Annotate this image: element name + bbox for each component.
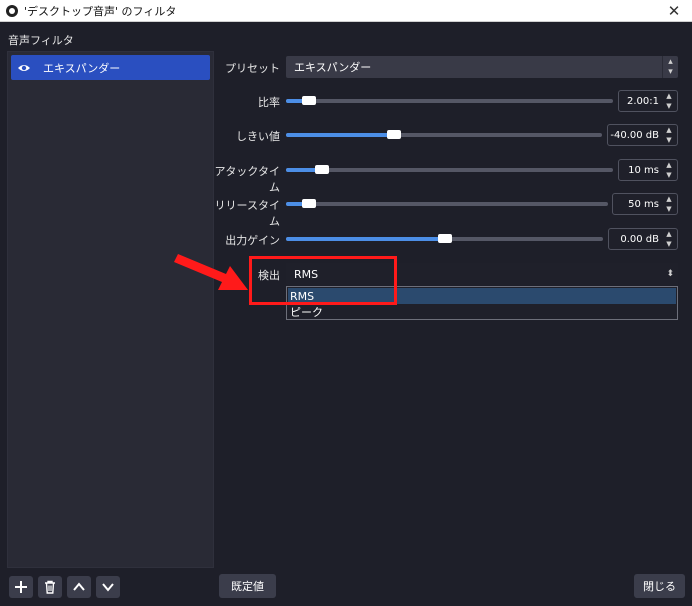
attack-slider-handle[interactable] — [315, 165, 329, 174]
defaults-button[interactable]: 既定値 — [219, 574, 276, 598]
attack-spinbox[interactable]: 10 ms ▲ ▼ — [618, 159, 678, 181]
spin-arrows-icon[interactable]: ▲ ▼ — [663, 195, 675, 213]
output-gain-value: 0.00 dB — [620, 233, 659, 245]
filter-item-label: エキスパンダー — [43, 61, 121, 75]
attack-value: 10 ms — [628, 164, 659, 176]
add-filter-button[interactable] — [9, 576, 33, 598]
threshold-slider-fill — [286, 133, 392, 137]
threshold-slider-handle[interactable] — [387, 130, 401, 139]
audio-filters-label: 音声フィルタ — [8, 34, 74, 47]
threshold-slider[interactable] — [286, 130, 602, 139]
window-close-button[interactable]: ✕ — [656, 0, 692, 21]
spin-arrows-icon[interactable]: ▲ ▼ — [663, 230, 675, 248]
attack-slider[interactable] — [286, 165, 613, 174]
detection-option-peak[interactable]: ピーク — [288, 304, 676, 320]
output-gain-slider-handle[interactable] — [438, 234, 452, 243]
ratio-label: 比率 — [258, 96, 280, 109]
output-gain-slider[interactable] — [286, 234, 603, 243]
output-gain-label: 出力ゲイン — [225, 234, 280, 247]
preset-dropdown[interactable]: エキスパンダー ▴ ▾ — [286, 56, 678, 78]
output-gain-spinbox[interactable]: 0.00 dB ▲ ▼ — [608, 228, 678, 250]
chevron-up-down-icon: ⬍ — [666, 269, 674, 279]
threshold-label: しきい値 — [236, 130, 280, 143]
output-gain-slider-fill — [286, 237, 444, 241]
chevron-up-icon — [73, 582, 85, 591]
release-label: リリースタイム — [214, 199, 280, 228]
red-arrow-icon — [174, 254, 248, 290]
move-down-button[interactable] — [96, 576, 120, 598]
filter-list[interactable]: エキスパンダー — [7, 51, 214, 568]
plus-icon — [15, 581, 27, 593]
ratio-value: 2.00:1 — [627, 95, 659, 107]
remove-filter-button[interactable] — [38, 576, 62, 598]
ratio-spinbox[interactable]: 2.00:1 ▲ ▼ — [618, 90, 678, 112]
spin-arrows-icon[interactable]: ▲ ▼ — [663, 92, 675, 110]
ratio-slider-handle[interactable] — [302, 96, 316, 105]
ratio-slider[interactable] — [286, 96, 613, 105]
eye-icon[interactable] — [17, 63, 31, 73]
threshold-value: -40.00 dB — [610, 129, 659, 141]
spin-arrows-icon[interactable]: ▲ ▼ — [663, 126, 675, 144]
release-spinbox[interactable]: 50 ms ▲ ▼ — [612, 193, 678, 215]
release-slider[interactable] — [286, 199, 608, 208]
trash-icon — [45, 580, 55, 594]
attack-label: アタックタイム — [214, 165, 280, 194]
spin-arrows-icon[interactable]: ▲ ▼ — [663, 161, 675, 179]
release-slider-handle[interactable] — [302, 199, 316, 208]
title-bar: 'デスクトップ音声' のフィルタ ✕ — [0, 0, 692, 22]
chevron-down-icon — [102, 583, 114, 592]
preset-value: エキスパンダー — [294, 61, 372, 74]
close-button[interactable]: 閉じる — [634, 574, 685, 598]
chevron-up-down-icon: ▴ ▾ — [662, 56, 678, 78]
release-value: 50 ms — [628, 198, 659, 210]
filter-item-expander[interactable]: エキスパンダー — [11, 55, 210, 80]
move-up-button[interactable] — [67, 576, 91, 598]
highlight-box — [249, 256, 397, 305]
preset-label: プリセット — [225, 62, 280, 75]
obs-app-icon — [6, 4, 18, 17]
window-title: 'デスクトップ音声' のフィルタ — [24, 4, 177, 18]
threshold-spinbox[interactable]: -40.00 dB ▲ ▼ — [607, 124, 678, 146]
